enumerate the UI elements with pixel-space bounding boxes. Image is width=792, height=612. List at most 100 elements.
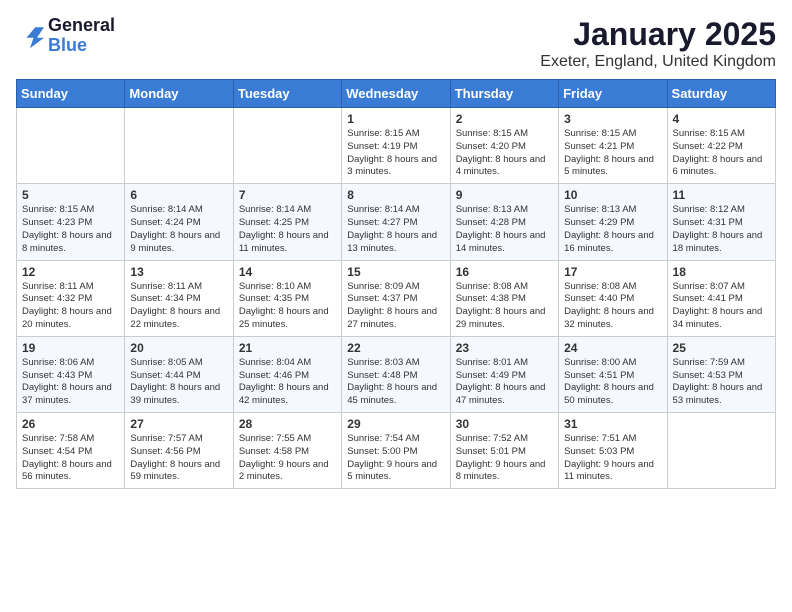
day-number: 5 [22, 188, 119, 202]
day-number: 28 [239, 417, 336, 431]
day-info: Sunrise: 7:59 AM Sunset: 4:53 PM Dayligh… [673, 357, 770, 408]
day-info: Sunrise: 7:57 AM Sunset: 4:56 PM Dayligh… [130, 433, 227, 484]
calendar-cell: 9 Sunrise: 8:13 AM Sunset: 4:28 PM Daylig… [450, 184, 558, 260]
calendar-week-row: 26 Sunrise: 7:58 AM Sunset: 4:54 PM Dayli… [17, 413, 776, 489]
day-info: Sunrise: 8:07 AM Sunset: 4:41 PM Dayligh… [673, 281, 770, 332]
day-number: 1 [347, 112, 444, 126]
day-info: Sunrise: 7:52 AM Sunset: 5:01 PM Dayligh… [456, 433, 553, 484]
day-info: Sunrise: 8:15 AM Sunset: 4:21 PM Dayligh… [564, 128, 661, 179]
calendar-cell: 27 Sunrise: 7:57 AM Sunset: 4:56 PM Dayli… [125, 413, 233, 489]
day-number: 3 [564, 112, 661, 126]
day-number: 4 [673, 112, 770, 126]
day-info: Sunrise: 8:15 AM Sunset: 4:23 PM Dayligh… [22, 204, 119, 255]
day-number: 22 [347, 341, 444, 355]
calendar-cell: 10 Sunrise: 8:13 AM Sunset: 4:29 PM Dayli… [559, 184, 667, 260]
calendar-cell: 12 Sunrise: 8:11 AM Sunset: 4:32 PM Dayli… [17, 260, 125, 336]
day-number: 15 [347, 265, 444, 279]
day-info: Sunrise: 8:13 AM Sunset: 4:29 PM Dayligh… [564, 204, 661, 255]
calendar-cell: 18 Sunrise: 8:07 AM Sunset: 4:41 PM Dayli… [667, 260, 775, 336]
day-info: Sunrise: 7:55 AM Sunset: 4:58 PM Dayligh… [239, 433, 336, 484]
day-info: Sunrise: 8:08 AM Sunset: 4:40 PM Dayligh… [564, 281, 661, 332]
day-number: 6 [130, 188, 227, 202]
calendar-cell [233, 108, 341, 184]
calendar-header-thursday: Thursday [450, 80, 558, 108]
day-info: Sunrise: 8:13 AM Sunset: 4:28 PM Dayligh… [456, 204, 553, 255]
day-number: 20 [130, 341, 227, 355]
day-info: Sunrise: 8:01 AM Sunset: 4:49 PM Dayligh… [456, 357, 553, 408]
calendar-cell: 29Sunrise: 7:54 AM Sunset: 5:00 PM Dayli… [342, 413, 450, 489]
calendar-cell: 25Sunrise: 7:59 AM Sunset: 4:53 PM Dayli… [667, 336, 775, 412]
calendar-cell: 8Sunrise: 8:14 AM Sunset: 4:27 PM Daylig… [342, 184, 450, 260]
day-info: Sunrise: 8:11 AM Sunset: 4:32 PM Dayligh… [22, 281, 119, 332]
calendar-cell: 23 Sunrise: 8:01 AM Sunset: 4:49 PM Dayli… [450, 336, 558, 412]
calendar-header-wednesday: Wednesday [342, 80, 450, 108]
calendar-cell: 4 Sunrise: 8:15 AM Sunset: 4:22 PM Daylig… [667, 108, 775, 184]
day-number: 19 [22, 341, 119, 355]
day-number: 7 [239, 188, 336, 202]
calendar-header-tuesday: Tuesday [233, 80, 341, 108]
day-info: Sunrise: 8:06 AM Sunset: 4:43 PM Dayligh… [22, 357, 119, 408]
calendar-cell: 22 Sunrise: 8:03 AM Sunset: 4:48 PM Dayli… [342, 336, 450, 412]
day-number: 2 [456, 112, 553, 126]
calendar-cell: 20 Sunrise: 8:05 AM Sunset: 4:44 PM Dayli… [125, 336, 233, 412]
day-info: Sunrise: 8:09 AM Sunset: 4:37 PM Dayligh… [347, 281, 444, 332]
day-number: 14 [239, 265, 336, 279]
calendar-week-row: 12 Sunrise: 8:11 AM Sunset: 4:32 PM Dayli… [17, 260, 776, 336]
month-year-title: January 2025 [540, 16, 776, 53]
day-number: 18 [673, 265, 770, 279]
day-number: 13 [130, 265, 227, 279]
calendar-week-row: 19 Sunrise: 8:06 AM Sunset: 4:43 PM Dayli… [17, 336, 776, 412]
day-number: 24 [564, 341, 661, 355]
day-number: 26 [22, 417, 119, 431]
logo-blue: Blue [48, 36, 115, 56]
calendar-cell: 1 Sunrise: 8:15 AM Sunset: 4:19 PM Daylig… [342, 108, 450, 184]
day-info: Sunrise: 7:58 AM Sunset: 4:54 PM Dayligh… [22, 433, 119, 484]
calendar-cell: 14 Sunrise: 8:10 AM Sunset: 4:35 PM Dayli… [233, 260, 341, 336]
page-header: General Blue January 2025 Exeter, Englan… [16, 16, 776, 71]
title-section: January 2025 Exeter, England, United Kin… [540, 16, 776, 71]
day-number: 17 [564, 265, 661, 279]
day-number: 10 [564, 188, 661, 202]
day-number: 27 [130, 417, 227, 431]
calendar-cell: 24 Sunrise: 8:00 AM Sunset: 4:51 PM Dayli… [559, 336, 667, 412]
day-info: Sunrise: 8:14 AM Sunset: 4:27 PM Dayligh… [347, 204, 444, 255]
day-info: Sunrise: 8:14 AM Sunset: 4:25 PM Dayligh… [239, 204, 336, 255]
calendar-cell: 31 Sunrise: 7:51 AM Sunset: 5:03 PM Dayli… [559, 413, 667, 489]
day-number: 9 [456, 188, 553, 202]
day-info: Sunrise: 8:14 AM Sunset: 4:24 PM Dayligh… [130, 204, 227, 255]
calendar-header-friday: Friday [559, 80, 667, 108]
day-number: 16 [456, 265, 553, 279]
calendar-header-monday: Monday [125, 80, 233, 108]
calendar-cell [125, 108, 233, 184]
calendar-cell: 16 Sunrise: 8:08 AM Sunset: 4:38 PM Dayli… [450, 260, 558, 336]
calendar-week-row: 1 Sunrise: 8:15 AM Sunset: 4:19 PM Daylig… [17, 108, 776, 184]
calendar-cell: 6 Sunrise: 8:14 AM Sunset: 4:24 PM Daylig… [125, 184, 233, 260]
calendar-cell: 19 Sunrise: 8:06 AM Sunset: 4:43 PM Dayli… [17, 336, 125, 412]
day-number: 21 [239, 341, 336, 355]
day-info: Sunrise: 7:51 AM Sunset: 5:03 PM Dayligh… [564, 433, 661, 484]
logo-text: General Blue [48, 16, 115, 56]
day-info: Sunrise: 8:10 AM Sunset: 4:35 PM Dayligh… [239, 281, 336, 332]
day-info: Sunrise: 8:15 AM Sunset: 4:20 PM Dayligh… [456, 128, 553, 179]
logo-general: General [48, 16, 115, 36]
day-info: Sunrise: 8:05 AM Sunset: 4:44 PM Dayligh… [130, 357, 227, 408]
calendar-table: SundayMondayTuesdayWednesdayThursdayFrid… [16, 79, 776, 489]
day-number: 31 [564, 417, 661, 431]
day-info: Sunrise: 8:11 AM Sunset: 4:34 PM Dayligh… [130, 281, 227, 332]
day-number: 30 [456, 417, 553, 431]
calendar-header-sunday: Sunday [17, 80, 125, 108]
day-info: Sunrise: 8:03 AM Sunset: 4:48 PM Dayligh… [347, 357, 444, 408]
calendar-cell: 2 Sunrise: 8:15 AM Sunset: 4:20 PM Daylig… [450, 108, 558, 184]
day-number: 11 [673, 188, 770, 202]
day-info: Sunrise: 8:08 AM Sunset: 4:38 PM Dayligh… [456, 281, 553, 332]
day-info: Sunrise: 8:00 AM Sunset: 4:51 PM Dayligh… [564, 357, 661, 408]
day-number: 12 [22, 265, 119, 279]
day-number: 23 [456, 341, 553, 355]
calendar-cell: 17 Sunrise: 8:08 AM Sunset: 4:40 PM Dayli… [559, 260, 667, 336]
day-info: Sunrise: 8:15 AM Sunset: 4:22 PM Dayligh… [673, 128, 770, 179]
calendar-cell: 26 Sunrise: 7:58 AM Sunset: 4:54 PM Dayli… [17, 413, 125, 489]
logo-icon [16, 22, 44, 50]
calendar-cell: 28 Sunrise: 7:55 AM Sunset: 4:58 PM Dayli… [233, 413, 341, 489]
day-info: Sunrise: 8:15 AM Sunset: 4:19 PM Dayligh… [347, 128, 444, 179]
calendar-cell [667, 413, 775, 489]
